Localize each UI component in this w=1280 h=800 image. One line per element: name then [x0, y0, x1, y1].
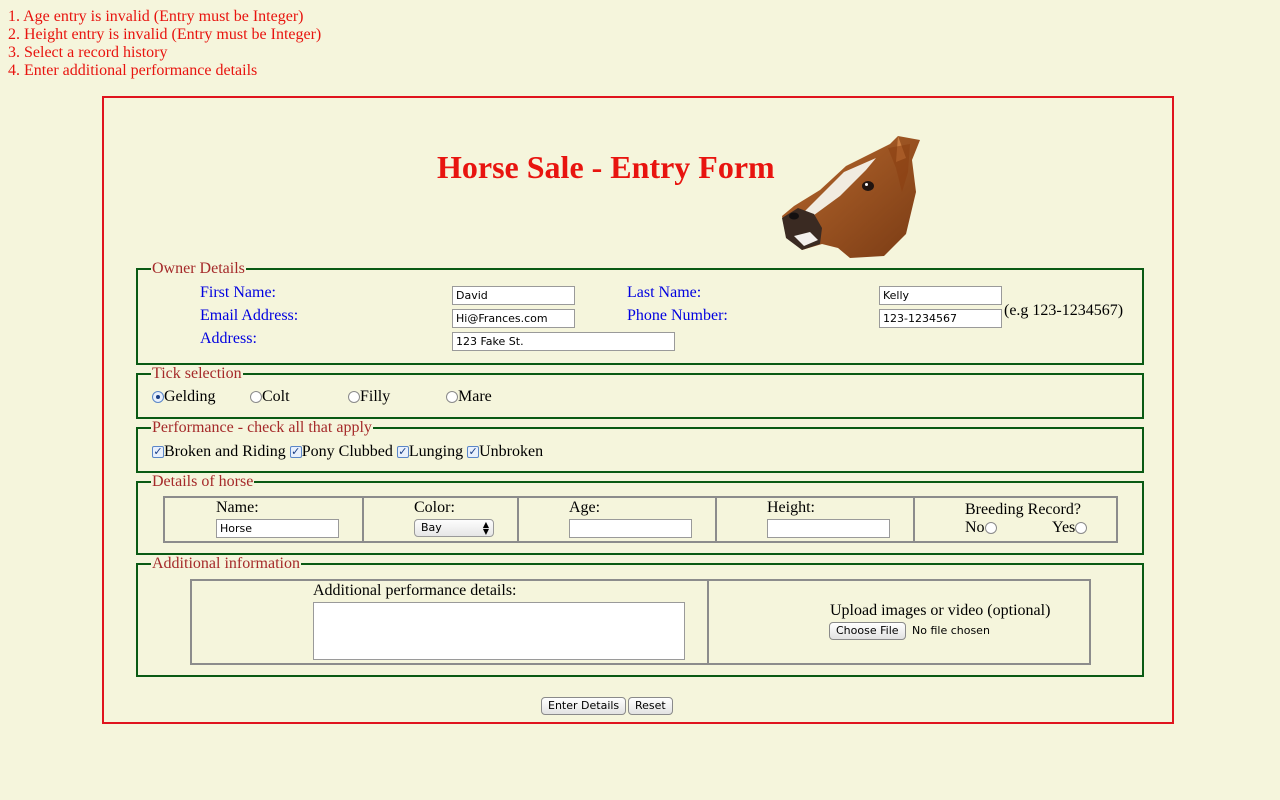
- breeding-no-label: No: [965, 519, 985, 536]
- email-label: Email Address:: [200, 307, 299, 324]
- error-message: 1. Age entry is invalid (Entry must be I…: [8, 8, 304, 25]
- checkbox-checked-icon[interactable]: ✓: [152, 446, 164, 459]
- checkbox-lunging[interactable]: ✓Lunging: [396, 443, 463, 460]
- radio-label: Filly: [360, 388, 391, 405]
- horse-name-label: Name:: [216, 499, 259, 516]
- horse-name-input[interactable]: [216, 519, 339, 538]
- radio-option-mare[interactable]: Mare: [446, 388, 492, 406]
- horse-age-label: Age:: [569, 499, 601, 516]
- error-message: 4. Enter additional performance details: [8, 62, 258, 79]
- last-name-input[interactable]: [879, 286, 1002, 305]
- radio-button[interactable]: [250, 391, 262, 404]
- breeding-no-option[interactable]: No: [965, 519, 997, 537]
- radio-button[interactable]: [348, 391, 360, 404]
- error-list: 1. Age entry is invalid (Entry must be I…: [8, 8, 321, 80]
- breeding-yes-radio[interactable]: [1075, 522, 1088, 535]
- first-name-label: First Name:: [200, 284, 276, 301]
- upload-label: Upload images or video (optional): [830, 602, 1051, 619]
- horse-color-select[interactable]: Bay ▲ ▼: [414, 519, 494, 537]
- address-input[interactable]: [452, 332, 675, 351]
- breeding-yes-option[interactable]: Yes: [1052, 519, 1088, 537]
- phone-input[interactable]: [879, 309, 1002, 328]
- checkbox-unbroken[interactable]: ✓Unbroken: [467, 443, 543, 460]
- horse-height-input[interactable]: [767, 519, 890, 538]
- enter-details-button[interactable]: Enter Details: [541, 697, 627, 715]
- breeding-yes-label: Yes: [1052, 519, 1076, 536]
- horse-age-input[interactable]: [569, 519, 692, 538]
- horse-color-label: Color:: [414, 499, 455, 516]
- phone-label: Phone Number:: [627, 307, 728, 324]
- checkbox-checked-icon[interactable]: ✓: [467, 446, 480, 459]
- tick-selection-legend: Tick selection: [152, 365, 242, 382]
- horse-head-image: [782, 136, 920, 258]
- error-message: 3. Select a record history: [8, 44, 168, 61]
- checkbox-pony-clubbed[interactable]: ✓Pony Clubbed: [289, 443, 393, 460]
- error-message: 2. Height entry is invalid (Entry must b…: [8, 26, 322, 43]
- email-input[interactable]: [452, 309, 575, 328]
- checkbox-checked-icon[interactable]: ✓: [396, 446, 409, 459]
- reset-button[interactable]: Reset: [628, 697, 673, 715]
- additional-info-legend: Additional information: [152, 555, 300, 572]
- checkbox-broken-riding[interactable]: ✓Broken and Riding: [152, 443, 286, 460]
- select-arrows-icon: ▲ ▼: [482, 520, 489, 536]
- horse-details-legend: Details of horse: [152, 473, 254, 490]
- additional-details-textarea[interactable]: [313, 602, 685, 660]
- breeding-record-label: Breeding Record?: [965, 501, 1081, 518]
- form-title: Horse Sale - Entry Form: [437, 149, 775, 185]
- horse-height-label: Height:: [767, 499, 815, 516]
- address-label: Address:: [200, 330, 257, 347]
- additional-details-label: Additional performance details:: [313, 582, 517, 599]
- radio-label: Mare: [458, 388, 492, 405]
- radio-label: Gelding: [164, 388, 216, 405]
- first-name-input[interactable]: [452, 286, 575, 305]
- radio-button[interactable]: [152, 391, 164, 404]
- performance-legend: Performance - check all that apply: [152, 419, 372, 436]
- radio-button[interactable]: [446, 391, 458, 404]
- radio-option-colt[interactable]: Colt: [250, 388, 290, 406]
- phone-format-hint: (e.g 123-1234567): [1004, 302, 1124, 319]
- choose-file-button[interactable]: Choose File: [829, 622, 906, 640]
- radio-option-filly[interactable]: Filly: [348, 388, 390, 406]
- file-status-text: No file chosen: [912, 624, 990, 637]
- radio-option-gelding[interactable]: Gelding: [152, 388, 216, 406]
- owner-details-legend: Owner Details: [152, 260, 245, 277]
- select-value: Bay: [421, 521, 442, 534]
- last-name-label: Last Name:: [627, 284, 702, 301]
- checkbox-checked-icon[interactable]: ✓: [289, 446, 302, 459]
- radio-label: Colt: [262, 388, 290, 405]
- performance-checkbox-group: ✓Broken and Riding ✓Pony Clubbed ✓Lungin…: [152, 443, 543, 461]
- breeding-no-radio[interactable]: [984, 522, 997, 535]
